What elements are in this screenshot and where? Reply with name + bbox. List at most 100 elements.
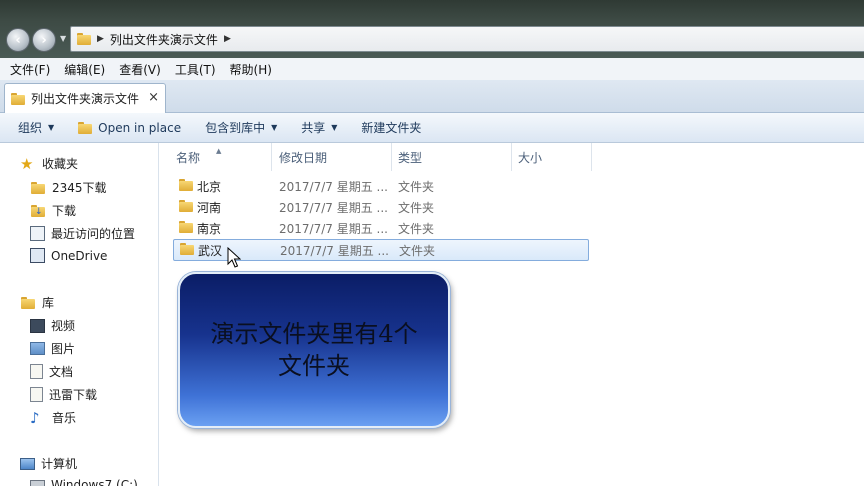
tab-current-folder[interactable]: 列出文件夹演示文件 × — [4, 83, 166, 113]
sidebar-label: 图片 — [51, 342, 76, 356]
callout-text: 演示文件夹里有4个文件夹 — [210, 320, 418, 380]
sidebar-label: 计算机 — [41, 457, 78, 471]
annotation-callout: 演示文件夹里有4个文件夹 — [178, 272, 450, 428]
star-icon: ★ — [20, 154, 34, 173]
sidebar-item-drive-c[interactable]: Windows7 (C:) — [30, 478, 138, 486]
onedrive-icon — [30, 248, 45, 263]
music-note-icon: ♪ — [30, 408, 40, 427]
chevron-down-icon: ▼ — [271, 123, 278, 132]
file-type: 文件夹 — [399, 243, 436, 258]
sidebar-item-onedrive[interactable]: OneDrive — [30, 248, 107, 263]
file-date: 2017/7/7 星期五 ... — [279, 179, 388, 194]
sort-ascending-icon: ▲ — [216, 147, 222, 155]
sidebar-label: 下载 — [52, 204, 77, 218]
open-in-place-label: Open in place — [98, 120, 182, 135]
menu-tools[interactable]: 工具(T) — [175, 61, 216, 78]
download-folder-icon — [30, 387, 43, 402]
folder-icon — [179, 179, 193, 191]
file-row-nanjing[interactable]: 南京 2017/7/7 星期五 ... 文件夹 — [173, 218, 587, 238]
sidebar-item-2345-downloads[interactable]: 2345下载 — [30, 179, 107, 196]
close-tab-icon[interactable]: × — [148, 90, 159, 105]
sidebar-item-documents[interactable]: 文档 — [30, 363, 73, 380]
picture-icon — [30, 342, 45, 355]
file-type: 文件夹 — [398, 179, 435, 194]
column-divider[interactable] — [271, 143, 272, 171]
sidebar-label: 库 — [42, 296, 55, 310]
sidebar-item-music[interactable]: ♪ 音乐 — [30, 409, 76, 426]
menu-help[interactable]: 帮助(H) — [230, 61, 272, 78]
video-icon — [30, 318, 45, 333]
file-date: 2017/7/7 星期五 ... — [279, 221, 388, 236]
sidebar-item-downloads[interactable]: ↓ 下载 — [30, 202, 76, 219]
file-name: 南京 — [197, 221, 222, 236]
share-button[interactable]: 共享 ▼ — [293, 119, 345, 136]
file-row-beijing[interactable]: 北京 2017/7/7 星期五 ... 文件夹 — [173, 176, 587, 196]
column-header-type[interactable]: 类型 — [398, 149, 422, 166]
sidebar-item-favorites[interactable]: ★ 收藏夹 — [20, 155, 78, 172]
file-name: 河南 — [197, 200, 222, 215]
open-in-place-button[interactable]: Open in place — [70, 121, 189, 135]
column-divider[interactable] — [391, 143, 392, 171]
title-bar: ‹ › ▼ ▶ 列出文件夹演示文件 ▶ — [0, 0, 864, 58]
sidebar-label: 2345下载 — [52, 181, 107, 195]
navigation-pane: ★ 收藏夹 2345下载 ↓ 下载 最近访问的位置 OneDrive 库 视频 … — [0, 143, 159, 486]
column-header-date[interactable]: 修改日期 — [279, 149, 327, 166]
sidebar-label: 迅雷下载 — [49, 388, 98, 402]
file-row-henan[interactable]: 河南 2017/7/7 星期五 ... 文件夹 — [173, 197, 587, 217]
sidebar-item-recent-places[interactable]: 最近访问的位置 — [30, 225, 135, 242]
breadcrumb-arrow-icon[interactable]: ▶ — [97, 34, 104, 44]
folder-icon — [30, 180, 46, 196]
include-in-library-button[interactable]: 包含到库中 ▼ — [197, 119, 285, 136]
menu-view[interactable]: 查看(V) — [119, 61, 161, 78]
folder-icon — [180, 243, 194, 255]
sidebar-item-xunlei-downloads[interactable]: 迅雷下载 — [30, 386, 97, 403]
sidebar-label: 文档 — [49, 365, 74, 379]
chevron-down-icon: ▼ — [48, 123, 55, 132]
breadcrumb-arrow-icon[interactable]: ▶ — [224, 34, 231, 44]
sidebar-label: 最近访问的位置 — [51, 227, 136, 241]
new-folder-button[interactable]: 新建文件夹 — [353, 119, 429, 136]
menu-bar: 文件(F) 编辑(E) 查看(V) 工具(T) 帮助(H) — [0, 58, 864, 80]
sidebar-label: 收藏夹 — [42, 157, 79, 171]
forward-button[interactable]: › — [32, 28, 56, 52]
file-date: 2017/7/7 星期五 ... — [280, 243, 389, 258]
organize-button[interactable]: 组织 ▼ — [10, 119, 62, 136]
recent-pages-dropdown-icon[interactable]: ▼ — [60, 34, 66, 43]
menu-file[interactable]: 文件(F) — [10, 61, 50, 78]
file-type: 文件夹 — [398, 221, 435, 236]
column-divider[interactable] — [511, 143, 512, 171]
chevron-down-icon: ▼ — [331, 123, 338, 132]
folder-icon — [179, 200, 193, 212]
back-button[interactable]: ‹ — [6, 28, 30, 52]
column-header-name[interactable]: 名称 ▲ — [176, 147, 221, 166]
sidebar-item-videos[interactable]: 视频 — [30, 317, 75, 334]
file-name: 北京 — [197, 179, 222, 194]
sidebar-label: 视频 — [51, 319, 76, 333]
sidebar-label: OneDrive — [51, 248, 108, 263]
column-header-size[interactable]: 大小 — [518, 149, 542, 166]
mouse-pointer-icon — [227, 247, 241, 268]
share-label: 共享 — [301, 121, 326, 135]
downloads-folder-icon: ↓ — [30, 203, 46, 219]
address-bar[interactable]: ▶ 列出文件夹演示文件 ▶ — [70, 26, 864, 52]
drive-icon — [30, 479, 45, 486]
menu-edit[interactable]: 编辑(E) — [64, 61, 105, 78]
column-divider[interactable] — [591, 143, 592, 171]
folder-open-icon — [78, 121, 93, 134]
sidebar-item-pictures[interactable]: 图片 — [30, 340, 75, 357]
tab-bar: 列出文件夹演示文件 × — [0, 80, 864, 113]
recent-places-icon — [30, 226, 45, 241]
library-icon — [20, 295, 36, 311]
sidebar-label: Windows7 (C:) — [51, 478, 138, 486]
breadcrumb-current[interactable]: 列出文件夹演示文件 — [110, 31, 218, 48]
tab-label: 列出文件夹演示文件 — [31, 92, 140, 106]
command-bar: 组织 ▼ Open in place 包含到库中 ▼ 共享 ▼ 新建文件夹 — [0, 113, 864, 143]
organize-label: 组织 — [18, 121, 43, 135]
sidebar-item-libraries[interactable]: 库 — [20, 294, 54, 311]
computer-icon — [20, 457, 35, 470]
folder-icon — [11, 92, 25, 105]
include-in-library-label: 包含到库中 — [205, 121, 266, 135]
document-icon — [30, 364, 43, 379]
sidebar-item-computer[interactable]: 计算机 — [20, 455, 77, 472]
new-folder-label: 新建文件夹 — [361, 121, 422, 135]
